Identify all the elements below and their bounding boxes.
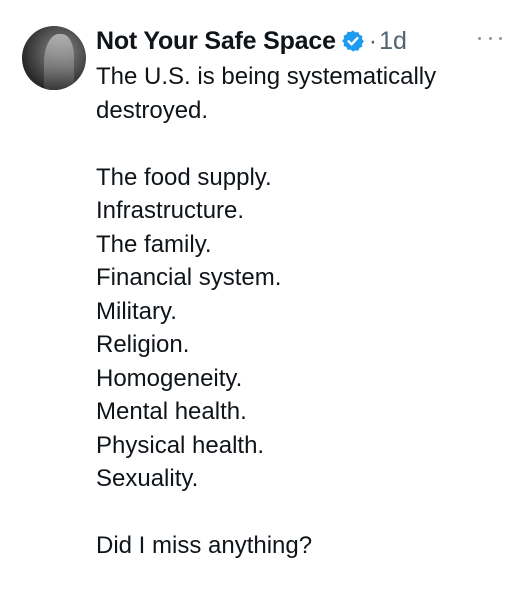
list-item: Military. bbox=[96, 297, 177, 325]
avatar[interactable] bbox=[22, 26, 86, 90]
intro-line: destroyed. bbox=[96, 96, 209, 124]
list-item: The family. bbox=[96, 230, 212, 258]
tweet-header: Not Your Safe Space · 1d bbox=[96, 24, 407, 58]
tweet[interactable]: Not Your Safe Space · 1d The U.S. is bei… bbox=[0, 0, 526, 591]
timestamp[interactable]: 1d bbox=[379, 27, 407, 56]
list-item: Homogeneity. bbox=[96, 364, 243, 392]
display-name[interactable]: Not Your Safe Space bbox=[96, 27, 336, 56]
list-item: Physical health. bbox=[96, 431, 265, 459]
list-item: The food supply. bbox=[96, 163, 272, 191]
avatar-figure bbox=[44, 34, 74, 90]
closing-line: Did I miss anything? bbox=[96, 532, 313, 559]
tweet-text: The U.S. is being systematically destroy… bbox=[96, 60, 506, 563]
intro-line: The U.S. is being systematically bbox=[96, 63, 437, 90]
more-horizontal-icon[interactable] bbox=[478, 30, 502, 46]
list-item: Sexuality. bbox=[96, 465, 199, 492]
list-item: Religion. bbox=[96, 331, 190, 358]
separator-dot: · bbox=[368, 26, 378, 55]
verified-badge-icon bbox=[341, 29, 365, 53]
list-item: Mental health. bbox=[96, 398, 247, 425]
list-item: Financial system. bbox=[96, 264, 282, 291]
list-item: Infrastructure. bbox=[96, 197, 245, 224]
